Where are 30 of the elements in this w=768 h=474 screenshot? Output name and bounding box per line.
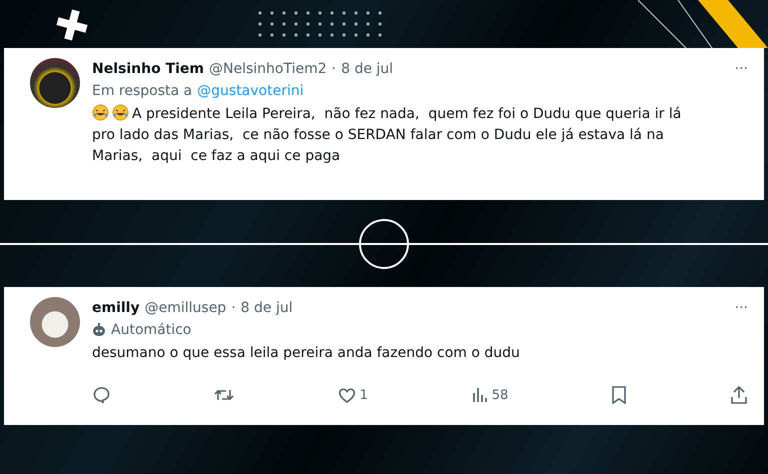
- action-button[interactable]: [92, 386, 110, 404]
- reply-label: Em resposta a: [92, 82, 192, 101]
- action-button[interactable]: 58: [472, 386, 508, 404]
- bar-chart-icon: [472, 387, 488, 403]
- share-icon: [730, 386, 748, 404]
- avatar: [30, 58, 80, 108]
- more-options-button[interactable]: ···: [734, 58, 748, 80]
- laughing-face-icon: [112, 104, 129, 121]
- separator-dot: ·: [231, 299, 236, 318]
- action-button[interactable]: [730, 386, 748, 404]
- heart-icon: [338, 386, 356, 404]
- tweet-date[interactable]: 8 de jul: [240, 297, 293, 319]
- automated-label: Automático: [111, 321, 192, 340]
- author-handle[interactable]: @emillusep: [144, 297, 226, 319]
- author-handle[interactable]: @NelsinhoTiem2: [209, 58, 327, 80]
- author-name[interactable]: Nelsinho Tiem: [92, 58, 204, 80]
- tweet-date[interactable]: 8 de jul: [341, 58, 394, 80]
- author-name[interactable]: emilly: [92, 297, 140, 319]
- bookmark-icon: [612, 386, 626, 404]
- avatar: [30, 297, 80, 347]
- laughing-face-icon: [92, 104, 109, 121]
- separator-dot: ·: [332, 60, 336, 79]
- speech-bubble-icon: [92, 386, 110, 404]
- more-options-button[interactable]: ···: [734, 297, 748, 319]
- action-button[interactable]: 1: [338, 386, 368, 404]
- plus-icon: [55, 8, 89, 42]
- action-button[interactable]: [612, 386, 626, 404]
- robot-icon: [92, 323, 106, 337]
- tweet-text: A presidente Leila Pereira, não fez nada, quem fez foi o Dudu que queria ir lá pro lado das Marias, ce não fosse o SERDAN falar com o Dudu ele já estava lá na Marias, aqui ce faz a aqui ce paga: [92, 104, 682, 166]
- tweet-text: desumano o que essa leila pereira anda fazendo com o dudu: [92, 344, 521, 363]
